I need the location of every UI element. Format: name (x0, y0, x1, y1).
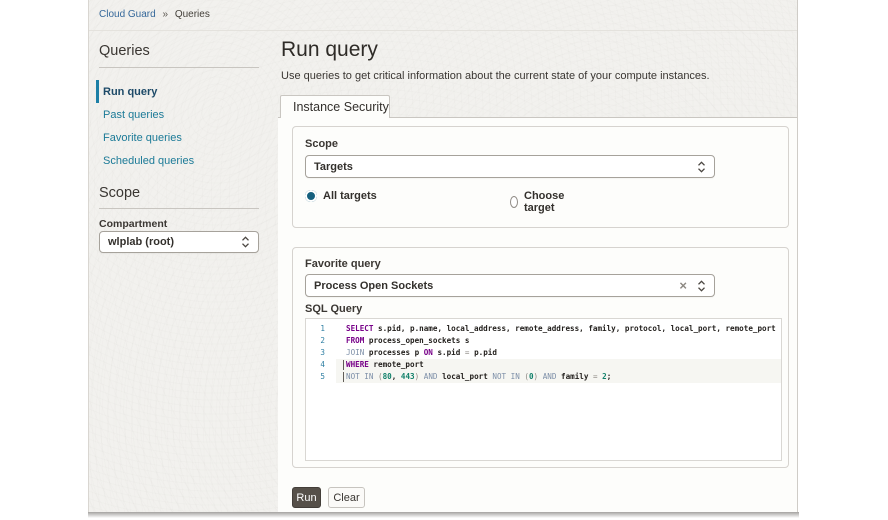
sql-code: SELECT s.pid, p.name, local_address, rem… (336, 323, 781, 335)
sql-line: 3JOIN processes p ON s.pid = p.pid (306, 347, 781, 359)
breadcrumb: Cloud Guard » Queries (99, 9, 210, 20)
favorite-query-select[interactable]: Process Open Sockets × (305, 274, 715, 297)
sql-code: JOIN processes p ON s.pid = p.pid (336, 347, 781, 359)
header-divider (89, 30, 798, 31)
sidebar-divider-2 (99, 208, 259, 209)
radio-all-targets[interactable]: All targets (305, 190, 377, 202)
tab-panel: Scope Targets All targets Choose target (278, 117, 798, 512)
sidebar-item-favorite-queries[interactable]: Favorite queries (96, 126, 266, 149)
clear-selection-icon[interactable]: × (679, 279, 687, 292)
select-chevron-icon (697, 280, 706, 292)
scope-select[interactable]: Targets (305, 155, 715, 178)
clear-button[interactable]: Clear (328, 487, 365, 508)
scope-label: Scope (305, 138, 338, 150)
sidebar-item-past-queries[interactable]: Past queries (96, 103, 266, 126)
page-title: Run query (281, 38, 378, 62)
tab-instance-security[interactable]: Instance Security (280, 95, 390, 118)
target-radio-group: All targets Choose target (305, 190, 377, 202)
line-number: 3 (306, 347, 336, 359)
compartment-select-value: wlplab (root) (108, 236, 241, 248)
breadcrumb-link-cloud-guard[interactable]: Cloud Guard (99, 9, 156, 20)
scope-section: Scope Targets All targets Choose target (292, 126, 789, 228)
sql-code: FROM process_open_sockets s (336, 335, 781, 347)
line-number: 1 (306, 323, 336, 335)
sql-editor[interactable]: 1SELECT s.pid, p.name, local_address, re… (305, 318, 782, 461)
query-section: Favorite query Process Open Sockets × SQ… (292, 247, 789, 468)
sidebar-divider-1 (99, 67, 259, 68)
radio-all-targets-label: All targets (323, 190, 377, 202)
run-button[interactable]: Run (292, 487, 321, 508)
sql-line: 4WHERE remote_port (306, 359, 781, 371)
favorite-query-label: Favorite query (305, 258, 381, 270)
select-chevron-icon (697, 161, 706, 173)
sidebar-item-scheduled-queries[interactable]: Scheduled queries (96, 149, 266, 172)
radio-selected-icon (305, 190, 317, 202)
sidebar-nav: Run queryPast queriesFavorite queriesSch… (96, 80, 266, 172)
breadcrumb-current: Queries (175, 9, 210, 20)
line-number: 4 (306, 359, 336, 371)
select-chevron-icon (241, 236, 250, 248)
compartment-label: Compartment (99, 218, 167, 230)
scope-select-value: Targets (314, 161, 697, 173)
sidebar-scope-heading: Scope (99, 185, 140, 201)
breadcrumb-separator: » (162, 9, 168, 20)
radio-choose-target[interactable]: Choose target (510, 190, 568, 214)
app-window: Cloud Guard » Queries Queries Run queryP… (88, 0, 798, 512)
radio-unselected-icon (510, 196, 518, 208)
radio-choose-target-label: Choose target (524, 190, 568, 214)
sql-line: 2FROM process_open_sockets s (306, 335, 781, 347)
page-description: Use queries to get critical information … (281, 70, 710, 82)
sql-line: 5NOT IN (80, 443) AND local_port NOT IN … (306, 371, 781, 383)
sql-code: WHERE remote_port (336, 359, 781, 371)
sql-query-label: SQL Query (305, 303, 362, 315)
line-number: 2 (306, 335, 336, 347)
line-number: 5 (306, 371, 336, 383)
page: Cloud Guard » Queries Queries Run queryP… (0, 0, 888, 520)
sql-line: 1SELECT s.pid, p.name, local_address, re… (306, 323, 781, 335)
sql-code: NOT IN (80, 443) AND local_port NOT IN (… (336, 371, 781, 383)
sidebar-queries-heading: Queries (99, 43, 150, 59)
compartment-select[interactable]: wlplab (root) (99, 231, 259, 253)
sidebar-item-run-query[interactable]: Run query (96, 80, 266, 103)
window-shadow (88, 512, 799, 518)
favorite-query-select-value: Process Open Sockets (314, 280, 679, 292)
